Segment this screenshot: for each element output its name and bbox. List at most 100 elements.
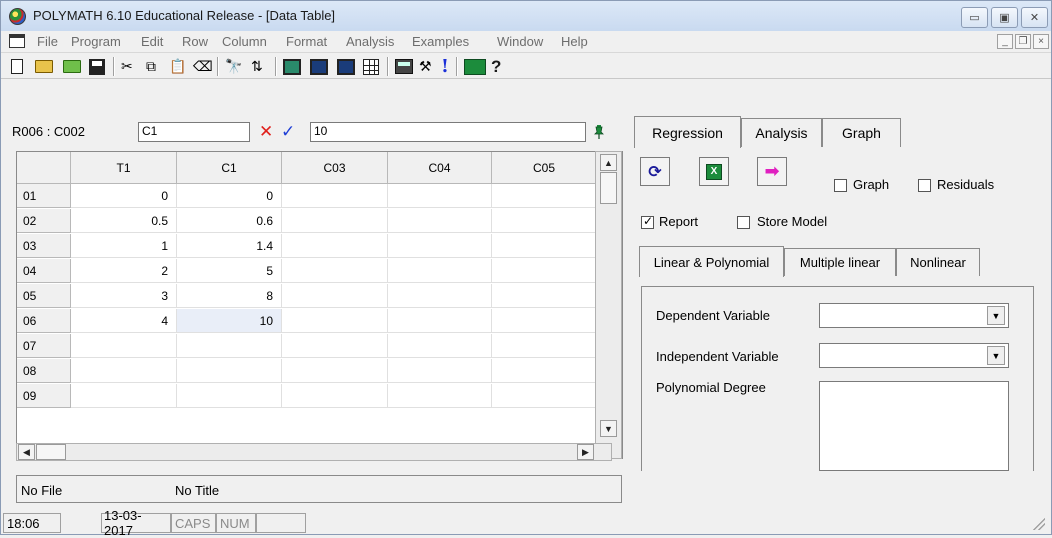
grid-cell[interactable] (282, 359, 388, 383)
grid-cell[interactable] (492, 359, 597, 383)
grid-cell[interactable] (492, 234, 597, 258)
grid-vertical-scrollbar[interactable]: ▲ ▼ (595, 151, 622, 459)
grid-cell[interactable] (177, 359, 282, 383)
grid-cell[interactable] (388, 384, 492, 408)
grid-cell[interactable] (282, 309, 388, 333)
grid-cell[interactable]: 3 (71, 284, 177, 308)
data-icon[interactable] (337, 57, 355, 76)
data-grid[interactable]: T1 C1 C03 C04 C05 01 0 0 02 0.5 0.6 03 1 1.4 04 2 5… (16, 151, 623, 459)
grid-cell[interactable] (282, 234, 388, 258)
fx-icon[interactable] (310, 57, 328, 76)
save-icon[interactable] (89, 57, 105, 76)
table-icon[interactable] (363, 57, 379, 76)
copy-icon[interactable]: ⧉ (146, 57, 156, 76)
subtab-nonlinear[interactable]: Nonlinear (896, 248, 980, 276)
accept-edit-icon[interactable]: ✓ (281, 122, 295, 142)
column-name-field[interactable]: C1 (138, 122, 250, 142)
subtab-multiple-linear[interactable]: Multiple linear (784, 248, 896, 276)
paste-icon[interactable]: 📋 (169, 57, 186, 76)
grid-cell[interactable] (388, 259, 492, 283)
independent-variable-select[interactable] (819, 343, 1009, 368)
column-header-t1[interactable]: T1 (71, 152, 177, 184)
grid-cell[interactable] (71, 334, 177, 358)
grid-cell[interactable]: 10 (177, 309, 282, 333)
maximize-button[interactable]: ▣ (991, 7, 1018, 28)
grid-cell[interactable] (492, 259, 597, 283)
row-header[interactable]: 05 (17, 284, 71, 308)
grid-cell[interactable]: 0.5 (71, 209, 177, 233)
column-header-c1[interactable]: C1 (177, 152, 282, 184)
dependent-dropdown-arrow-icon[interactable]: ▼ (987, 306, 1005, 325)
row-header[interactable]: 01 (17, 184, 71, 208)
menu-file[interactable]: File (37, 34, 58, 49)
tab-graph[interactable]: Graph (822, 118, 901, 147)
grid-cell[interactable] (492, 384, 597, 408)
row-header[interactable]: 03 (17, 234, 71, 258)
scroll-right-arrow-icon[interactable]: ▶ (577, 444, 594, 460)
sort-icon[interactable]: ⇅ (251, 57, 263, 76)
calculator-icon[interactable] (395, 57, 413, 76)
grid-cell[interactable] (492, 284, 597, 308)
mdi-minimize-button[interactable]: _ (997, 34, 1013, 49)
report-checkbox[interactable] (641, 214, 654, 229)
grid-cell[interactable] (388, 184, 492, 208)
cut-icon[interactable]: ✂ (121, 57, 133, 76)
help-icon[interactable]: ? (491, 57, 501, 76)
grid-cell[interactable] (282, 209, 388, 233)
grid-cell[interactable]: 0.6 (177, 209, 282, 233)
forward-button[interactable]: ➡ (757, 157, 787, 186)
grid-cell[interactable] (492, 334, 597, 358)
row-header[interactable]: 02 (17, 209, 71, 233)
scroll-left-arrow-icon[interactable]: ◀ (18, 444, 35, 460)
menu-program[interactable]: Program (71, 34, 121, 49)
scroll-up-arrow-icon[interactable]: ▲ (600, 154, 617, 171)
mdi-close-button[interactable]: × (1033, 34, 1049, 49)
grid-cell[interactable] (388, 359, 492, 383)
store-model-checkbox[interactable] (737, 216, 750, 229)
menu-window[interactable]: Window (497, 34, 543, 49)
minimize-button[interactable]: ▭ (961, 7, 988, 28)
cell-value-field[interactable]: 10 (310, 122, 586, 142)
grid-cell[interactable] (492, 309, 597, 333)
tab-regression[interactable]: Regression (634, 116, 741, 148)
new-file-icon[interactable] (11, 57, 23, 76)
menu-edit[interactable]: Edit (141, 34, 163, 49)
row-header[interactable]: 08 (17, 359, 71, 383)
menu-examples[interactable]: Examples (412, 34, 469, 49)
polynomial-degree-list[interactable] (819, 381, 1009, 471)
grid-cell[interactable] (177, 384, 282, 408)
menu-help[interactable]: Help (561, 34, 588, 49)
grid-cell[interactable] (388, 209, 492, 233)
grid-cell[interactable] (492, 184, 597, 208)
resize-grip-icon[interactable] (1033, 518, 1045, 530)
grid-cell[interactable]: 1 (71, 234, 177, 258)
row-header[interactable]: 09 (17, 384, 71, 408)
menu-analysis[interactable]: Analysis (346, 34, 394, 49)
menu-row[interactable]: Row (182, 34, 208, 49)
grid-cell[interactable] (388, 234, 492, 258)
grid-cell[interactable] (388, 284, 492, 308)
document-system-menu-icon[interactable] (9, 34, 25, 48)
grid-cell[interactable] (492, 209, 597, 233)
scroll-down-arrow-icon[interactable]: ▼ (600, 420, 617, 437)
grid-cell[interactable] (71, 384, 177, 408)
column-header-c03[interactable]: C03 (282, 152, 388, 184)
grid-cell[interactable]: 8 (177, 284, 282, 308)
row-header[interactable]: 06 (17, 309, 71, 333)
grid-corner[interactable] (17, 152, 71, 184)
grid-cell[interactable] (177, 334, 282, 358)
row-header[interactable]: 07 (17, 334, 71, 358)
grid-cell[interactable] (282, 259, 388, 283)
run-icon[interactable]: ! (441, 56, 449, 77)
refresh-button[interactable]: ⟳ (640, 157, 670, 186)
open-folder-icon[interactable] (35, 57, 53, 76)
wand-icon[interactable]: ⚒ (419, 57, 432, 76)
dependent-variable-select[interactable] (819, 303, 1009, 328)
program-icon[interactable] (283, 57, 301, 76)
grid-cell[interactable] (388, 334, 492, 358)
grid-cell[interactable] (388, 309, 492, 333)
grid-cell[interactable] (282, 334, 388, 358)
horizontal-scroll-thumb[interactable] (36, 444, 66, 460)
grid-cell[interactable]: 2 (71, 259, 177, 283)
column-header-c05[interactable]: C05 (492, 152, 597, 184)
